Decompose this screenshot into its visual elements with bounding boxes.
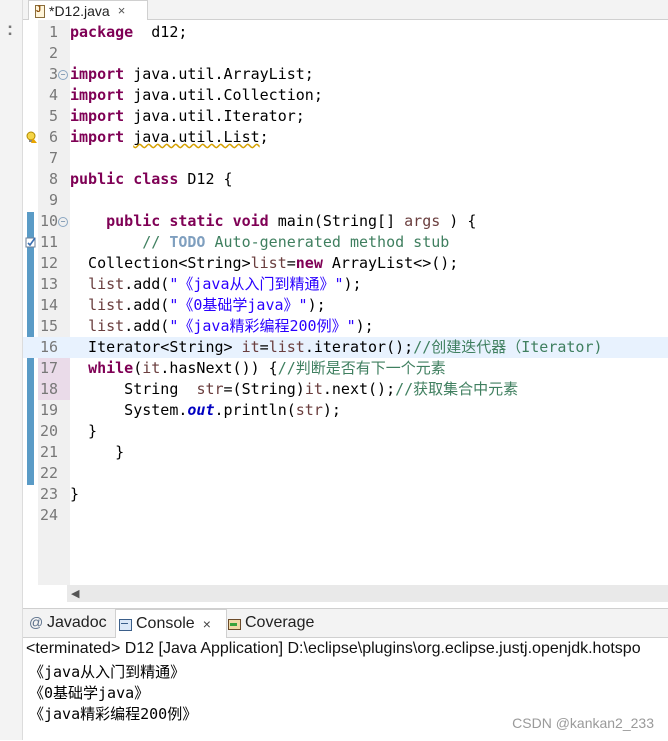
line-number: 17 xyxy=(39,359,58,377)
line-number: 15 xyxy=(39,317,58,335)
code-line[interactable]: 20 } xyxy=(23,421,668,442)
warning-lightbulb-icon[interactable] xyxy=(25,131,37,143)
line-number: 2 xyxy=(48,44,58,62)
code-line[interactable]: 22 xyxy=(23,463,668,484)
line-number: 18 xyxy=(39,380,58,398)
editor-tab-title: *D12.java xyxy=(49,2,110,19)
console-tab-bar: Javadoc Console × Coverage xyxy=(23,609,668,638)
code-text: String str=(String)it.next();//获取集合中元素 xyxy=(70,380,519,398)
code-text: public static void main(String[] args ) … xyxy=(106,212,477,230)
line-number: 16 xyxy=(39,338,58,356)
code-line[interactable]: 9 xyxy=(23,190,668,211)
line-number: 22 xyxy=(39,464,58,482)
code-text: import java.util.Collection; xyxy=(70,86,323,104)
line-number: 24 xyxy=(39,506,58,524)
code-line[interactable]: 5 import java.util.Iterator; xyxy=(23,106,668,127)
java-file-icon xyxy=(33,4,45,18)
tab-label: Javadoc xyxy=(47,614,107,631)
code-text: list.add("《java精彩编程200例》"); xyxy=(88,317,374,335)
line-number: 11 xyxy=(39,233,58,251)
line-number: 19 xyxy=(39,401,58,419)
code-text: } xyxy=(70,422,98,440)
line-number: 20 xyxy=(39,422,58,440)
code-line[interactable]: 24 xyxy=(23,505,668,526)
javadoc-icon xyxy=(29,614,43,630)
code-line[interactable]: 2 xyxy=(23,43,668,64)
code-line[interactable]: 16 Iterator<String> it=list.iterator();/… xyxy=(23,337,668,358)
scroll-left-arrow-icon[interactable]: ◀ xyxy=(71,587,79,600)
line-number: 1 xyxy=(48,23,58,41)
code-line[interactable]: 12 Collection<String>list=new ArrayList<… xyxy=(23,253,668,274)
line-number: 12 xyxy=(39,254,58,272)
code-line[interactable]: 10− public static void main(String[] arg… xyxy=(23,211,668,232)
code-line[interactable]: 18 String str=(String)it.next();//获取集合中元… xyxy=(23,379,668,400)
code-editor[interactable]: 1 package d12; 2 3− import java.util.ArrayLi… xyxy=(23,20,668,585)
code-line[interactable]: 19 System.out.println(str); xyxy=(23,400,668,421)
code-text: list.add("《0基础学java》"); xyxy=(88,296,326,314)
task-marker-icon[interactable] xyxy=(25,236,37,248)
editor-tab-d12-java[interactable]: *D12.java × xyxy=(28,0,148,20)
line-number: 6 xyxy=(48,128,58,146)
code-text: Collection<String>list=new ArrayList<>()… xyxy=(70,254,459,272)
watermark: CSDN @kankan2_233 xyxy=(512,715,654,731)
tab-label: Console xyxy=(136,615,195,632)
code-text: } xyxy=(70,443,125,461)
line-number: 23 xyxy=(39,485,58,503)
tab-console[interactable]: Console × xyxy=(115,609,227,638)
code-text: import java.util.Iterator; xyxy=(70,107,305,125)
console-output-line: 《java精彩编程200例》 xyxy=(29,705,198,723)
code-line[interactable]: 1 package d12; xyxy=(23,22,668,43)
code-line[interactable]: 23} xyxy=(23,484,668,505)
console-icon xyxy=(118,618,132,631)
horizontal-scrollbar[interactable]: ◀ xyxy=(67,585,668,602)
code-line[interactable]: 13 list.add("《java从入门到精通》"); xyxy=(23,274,668,295)
fold-toggle-icon[interactable]: − xyxy=(58,217,68,227)
code-line[interactable]: 3− import java.util.ArrayList; xyxy=(23,64,668,85)
code-text: Iterator<String> it=list.iterator();//创建… xyxy=(70,338,603,356)
code-text: } xyxy=(70,485,80,503)
left-trim-strip: ▪ ▪ xyxy=(0,0,23,740)
close-icon[interactable]: × xyxy=(203,616,211,632)
code-line[interactable]: 11 // TODO Auto-generated method stub xyxy=(23,232,668,253)
line-number: 7 xyxy=(48,149,58,167)
code-text: System.out.println(str); xyxy=(70,401,341,419)
code-text: package d12; xyxy=(70,23,188,41)
code-text: import java.util.List; xyxy=(70,128,269,146)
line-number: 5 xyxy=(48,107,58,125)
tab-label: Coverage xyxy=(245,614,315,631)
code-line[interactable]: 4 import java.util.Collection; xyxy=(23,85,668,106)
line-number: 14 xyxy=(39,296,58,314)
code-text: // TODO Auto-generated method stub xyxy=(142,233,450,251)
code-line[interactable]: 8 public class D12 { xyxy=(23,169,668,190)
code-line[interactable]: 17 while(it.hasNext()) {//判断是否有下一个元素 xyxy=(23,358,668,379)
line-number: 21 xyxy=(39,443,58,461)
tab-javadoc[interactable]: Javadoc xyxy=(27,609,115,637)
code-line[interactable]: 15 list.add("《java精彩编程200例》"); xyxy=(23,316,668,337)
fold-toggle-icon[interactable]: − xyxy=(58,70,68,80)
tab-coverage[interactable]: Coverage xyxy=(225,609,327,637)
code-line[interactable]: 7 xyxy=(23,148,668,169)
editor-tab-bar: *D12.java × xyxy=(23,0,668,20)
code-line[interactable]: 6 import java.util.List; xyxy=(23,127,668,148)
line-number: 13 xyxy=(39,275,58,293)
console-status-line: <terminated> D12 [Java Application] D:\e… xyxy=(26,640,641,657)
restore-view-icon[interactable]: ▪ ▪ xyxy=(5,23,15,40)
code-text: while(it.hasNext()) {//判断是否有下一个元素 xyxy=(88,359,446,377)
console-output-line: 《0基础学java》 xyxy=(29,684,150,702)
code-text: import java.util.ArrayList; xyxy=(70,65,314,83)
code-line[interactable]: 14 list.add("《0基础学java》"); xyxy=(23,295,668,316)
line-number: 3 xyxy=(48,65,58,83)
code-line[interactable]: 21 } xyxy=(23,442,668,463)
console-output-line: 《java从入门到精通》 xyxy=(29,663,186,681)
line-number: 9 xyxy=(48,191,58,209)
coverage-icon xyxy=(227,617,241,630)
code-text: public class D12 { xyxy=(70,170,233,188)
code-text: list.add("《java从入门到精通》"); xyxy=(88,275,362,293)
close-icon[interactable]: × xyxy=(118,3,126,18)
line-number: 4 xyxy=(48,86,58,104)
line-number: 10 xyxy=(39,212,58,230)
line-number: 8 xyxy=(48,170,58,188)
